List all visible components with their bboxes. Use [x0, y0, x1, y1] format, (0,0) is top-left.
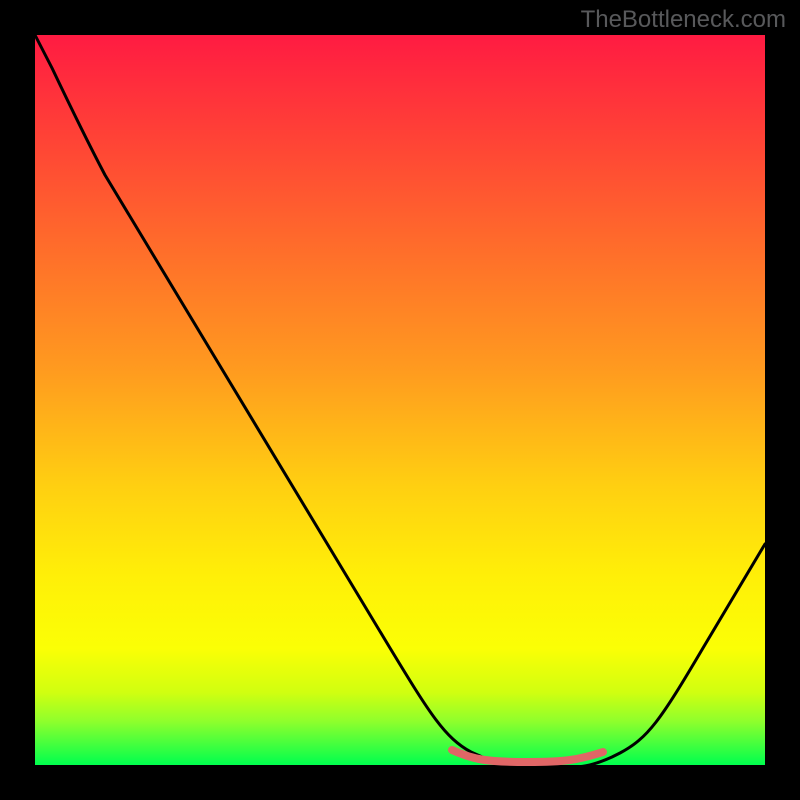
- plot-area: [35, 35, 765, 765]
- chart-svg: [0, 0, 800, 800]
- watermark-text: TheBottleneck.com: [581, 6, 786, 34]
- chart-frame: TheBottleneck.com: [0, 0, 800, 800]
